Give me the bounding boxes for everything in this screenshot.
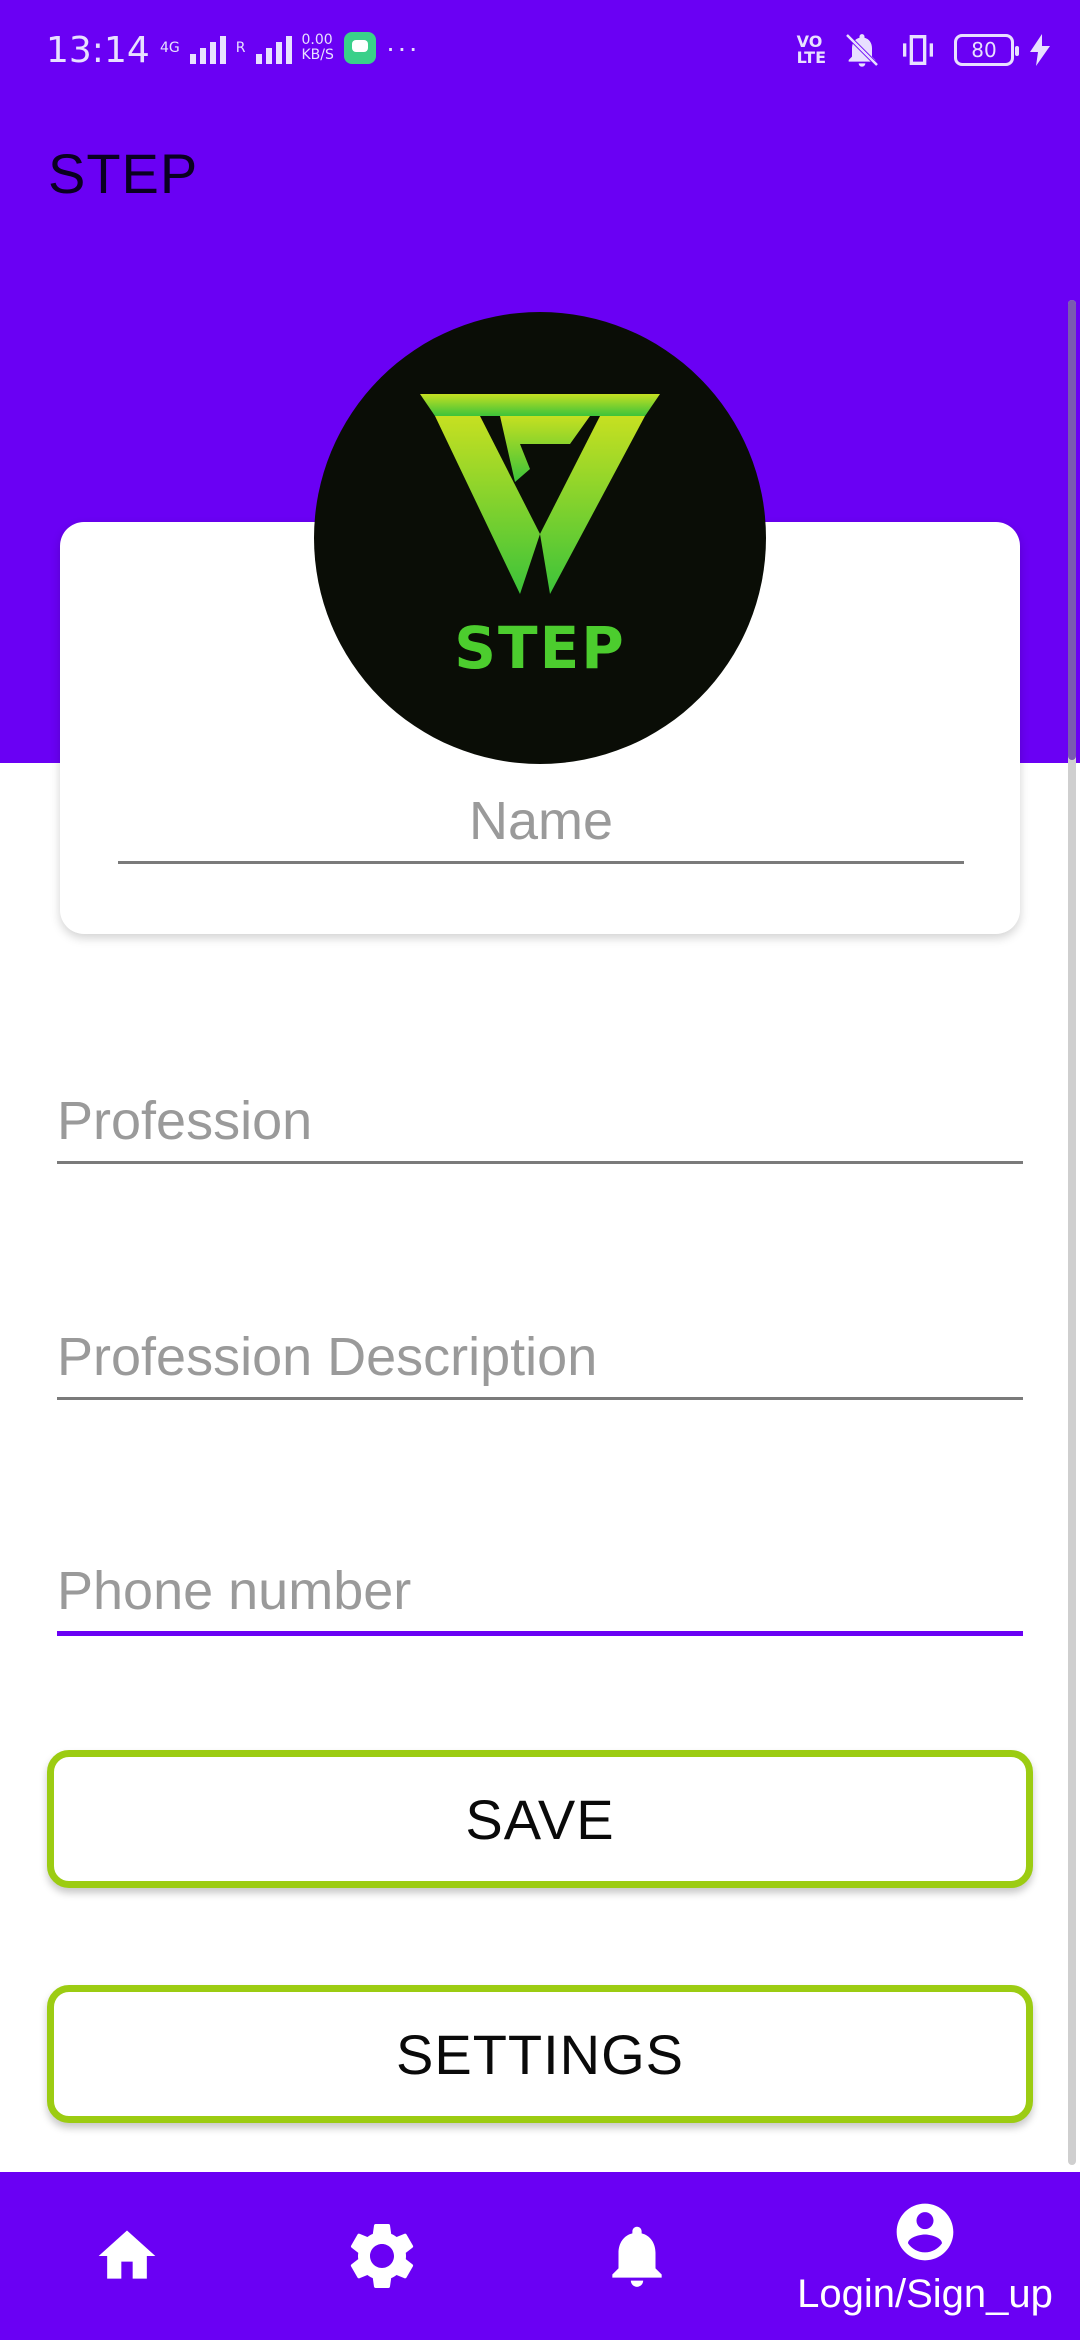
status-bar: 13:14 4G R 0.00 KB/S ··· VO LTE 80 [0, 0, 1080, 105]
battery-icon: 80 [954, 34, 1019, 66]
step-logo-icon [420, 394, 660, 594]
phone-number-input[interactable] [57, 1550, 1023, 1631]
app-bar: STEP [0, 105, 1080, 255]
phone-number-field[interactable] [57, 1550, 1023, 1636]
nav-login-label: Login/Sign_up [797, 2272, 1053, 2316]
home-icon [98, 2230, 156, 2279]
profession-input[interactable] [57, 1080, 1023, 1161]
more-notifications-icon: ··· [385, 32, 420, 63]
data-speed: 0.00 KB/S [302, 33, 334, 63]
app-title: STEP [48, 142, 199, 205]
nav-item-home[interactable] [50, 2172, 204, 2340]
profession-description-field[interactable] [57, 1316, 1023, 1400]
profession-field[interactable] [57, 1080, 1023, 1164]
vibrate-icon [903, 35, 933, 65]
scrollbar-thumb[interactable] [1068, 300, 1076, 760]
volte-icon: VO LTE [796, 32, 826, 67]
save-button[interactable]: SAVE [47, 1750, 1033, 1888]
nav-item-login[interactable]: Login/Sign_up [780, 2172, 1070, 2340]
status-time: 13:14 [46, 30, 150, 71]
network-type: 4G [160, 39, 180, 56]
speed-value: 0.00 [301, 32, 333, 48]
bottom-navigation: Login/Sign_up [0, 2172, 1080, 2340]
settings-button[interactable]: SETTINGS [47, 1985, 1033, 2123]
speed-unit: KB/S [301, 47, 334, 63]
network-indicator: 4G [160, 39, 180, 56]
name-field[interactable] [118, 780, 964, 864]
charging-icon [1030, 34, 1050, 66]
roaming-indicator: R [235, 39, 246, 56]
mute-icon [845, 33, 879, 67]
logo-text: STEP [454, 614, 626, 682]
nav-item-settings[interactable] [305, 2172, 459, 2340]
profession-description-input[interactable] [57, 1316, 1023, 1397]
nav-item-notifications[interactable] [560, 2172, 714, 2340]
bell-icon [612, 2226, 662, 2287]
profile-avatar[interactable]: STEP [314, 312, 766, 764]
gear-icon [350, 2224, 414, 2288]
signal-icon [189, 32, 226, 64]
status-right-icons: VO LTE 80 [797, 30, 1050, 70]
status-left-icons: 4G R 0.00 KB/S ··· [160, 32, 420, 64]
message-app-icon [343, 32, 376, 64]
signal-icon-2 [255, 32, 292, 64]
name-input[interactable] [118, 780, 964, 861]
account-icon [896, 2203, 954, 2261]
